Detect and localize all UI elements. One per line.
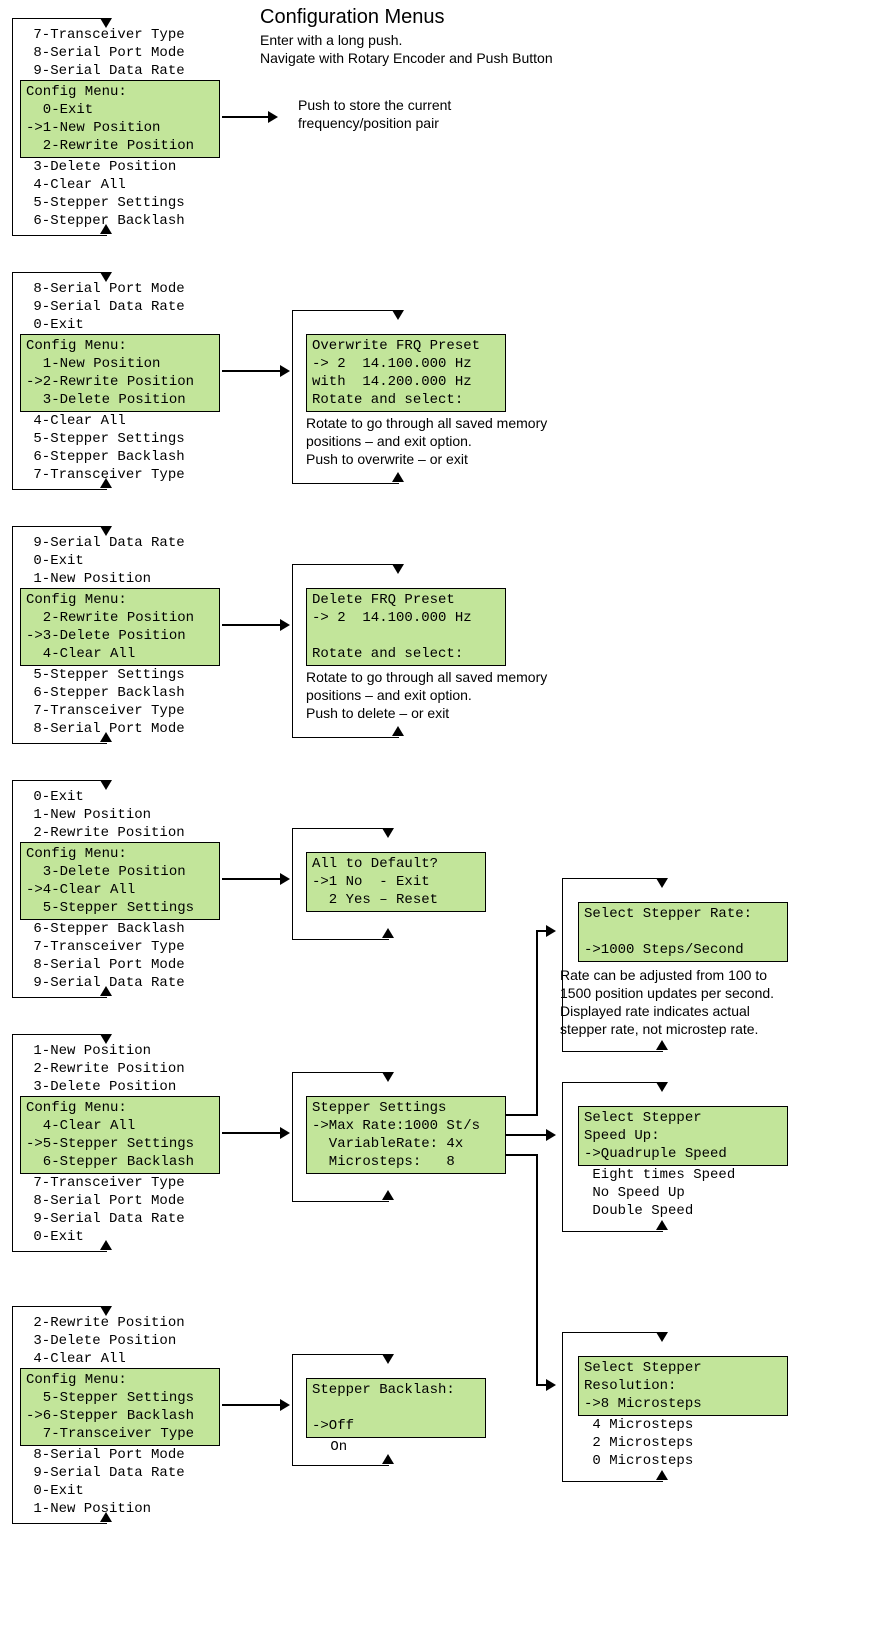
sub-rate-green: Select Stepper Rate: ->1000 Steps/Second	[578, 902, 788, 962]
menu6-above: 2-Rewrite Position 3-Delete Position 4-C…	[25, 1314, 185, 1368]
sub-microsteps-green: Select Stepper Resolution: ->8 Microstep…	[578, 1356, 788, 1416]
sub-microsteps-below: 4 Microsteps 2 Microsteps 0 Microsteps	[584, 1416, 693, 1470]
menu3-green: Config Menu: 2-Rewrite Position ->3-Dele…	[20, 588, 220, 666]
note-rate: Rate can be adjusted from 100 to 1500 po…	[560, 966, 850, 1038]
note-rewrite: Rotate to go through all saved memory po…	[306, 414, 566, 468]
note-new-position: Push to store the current frequency/posi…	[298, 96, 528, 132]
menu2-above: 8-Serial Port Mode 9-Serial Data Rate 0-…	[25, 280, 185, 334]
page-title: Configuration Menus	[260, 6, 445, 29]
sub-speed-green: Select Stepper Speed Up: ->Quadruple Spe…	[578, 1106, 788, 1166]
menu5-below: 7-Transceiver Type 8-Serial Port Mode 9-…	[25, 1174, 185, 1246]
note-delete: Rotate to go through all saved memory po…	[306, 668, 566, 722]
sub-backlash-below: On	[322, 1438, 347, 1456]
flowchart-diagram: Configuration Menus Enter with a long pu…	[0, 0, 876, 1632]
menu1-below: 3-Delete Position 4-Clear All 5-Stepper …	[25, 158, 185, 230]
menu2-below: 4-Clear All 5-Stepper Settings 6-Stepper…	[25, 412, 185, 484]
sub-clear-green: All to Default? ->1 No - Exit 2 Yes – Re…	[306, 852, 486, 912]
menu4-below: 6-Stepper Backlash 7-Transceiver Type 8-…	[25, 920, 185, 992]
menu1-above: 7-Transceiver Type 8-Serial Port Mode 9-…	[25, 26, 185, 80]
sub-stepper-green: Stepper Settings ->Max Rate:1000 St/s Va…	[306, 1096, 506, 1174]
menu4-green: Config Menu: 3-Delete Position ->4-Clear…	[20, 842, 220, 920]
page-subtitle-1: Enter with a long push.	[260, 32, 402, 48]
page-subtitle-2: Navigate with Rotary Encoder and Push Bu…	[260, 50, 553, 66]
menu6-below: 8-Serial Port Mode 9-Serial Data Rate 0-…	[25, 1446, 185, 1518]
menu3-above: 9-Serial Data Rate 0-Exit 1-New Position	[25, 534, 185, 588]
menu2-green: Config Menu: 1-New Position ->2-Rewrite …	[20, 334, 220, 412]
sub-speed-below: Eight times Speed No Speed Up Double Spe…	[584, 1166, 735, 1220]
menu5-above: 1-New Position 2-Rewrite Position 3-Dele…	[25, 1042, 185, 1096]
sub-rewrite-green: Overwrite FRQ Preset -> 2 14.100.000 Hz …	[306, 334, 506, 412]
menu4-above: 0-Exit 1-New Position 2-Rewrite Position	[25, 788, 185, 842]
sub-backlash-green: Stepper Backlash: ->Off	[306, 1378, 486, 1438]
menu6-green: Config Menu: 5-Stepper Settings ->6-Step…	[20, 1368, 220, 1446]
sub-delete-green: Delete FRQ Preset -> 2 14.100.000 Hz Rot…	[306, 588, 506, 666]
menu5-green: Config Menu: 4-Clear All ->5-Stepper Set…	[20, 1096, 220, 1174]
menu1-green: Config Menu: 0-Exit ->1-New Position 2-R…	[20, 80, 220, 158]
menu3-below: 5-Stepper Settings 6-Stepper Backlash 7-…	[25, 666, 185, 738]
